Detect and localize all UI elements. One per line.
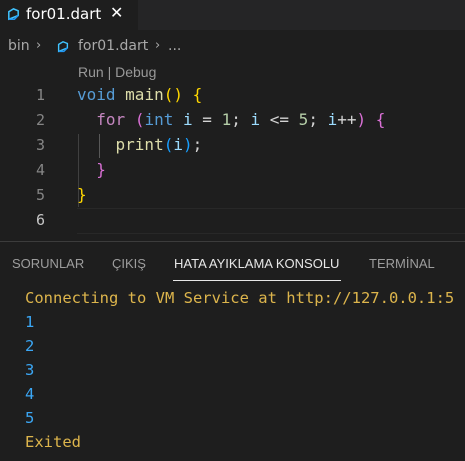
console-line: Exited (25, 433, 81, 451)
console-line: 4 (25, 385, 35, 403)
dart-file-icon (57, 40, 69, 53)
line-number: 4 (35, 161, 45, 179)
line-number: 5 (35, 186, 45, 204)
code-text: void main() { (77, 85, 203, 104)
breadcrumb: bin › for01.dart › ... (0, 36, 465, 58)
breadcrumb-more[interactable]: ... (168, 38, 181, 54)
breadcrumb-file[interactable]: for01.dart (78, 38, 148, 54)
code-line: 4 } (0, 158, 465, 183)
tab-output[interactable]: ÇIKIŞ (112, 256, 146, 271)
code-text: print(i); (115, 135, 203, 154)
dart-file-icon (8, 8, 19, 21)
code-line: 3 print(i); (0, 133, 465, 158)
line-number: 6 (35, 211, 45, 229)
code-line: 1 void main() { (0, 83, 465, 108)
line-number: 2 (35, 111, 45, 129)
tab-debug-console[interactable]: HATA AYIKLAMA KONSOLU (174, 256, 339, 271)
code-editor[interactable]: Run | Debug 1 void main() { 2 for (int i… (0, 62, 465, 234)
console-line: Connecting to VM Service at http://127.0… (25, 289, 455, 307)
console-line: 2 (25, 337, 35, 355)
tab-problems[interactable]: SORUNLAR (12, 256, 84, 271)
tab-label: for01.dart (26, 5, 102, 23)
console-line: 3 (25, 361, 35, 379)
breadcrumb-folder[interactable]: bin (8, 38, 30, 54)
tab-terminal[interactable]: TERMİNAL (369, 256, 435, 271)
code-line: 2 for (int i = 1; i <= 5; i++) { (0, 108, 465, 133)
code-text: for (int i = 1; i <= 5; i++) { (96, 110, 386, 129)
chevron-right-icon: › (36, 38, 42, 53)
line-number: 3 (35, 136, 45, 154)
line-number: 1 (35, 86, 45, 104)
chevron-right-icon: › (155, 38, 161, 53)
editor-tab-bar: for01.dart ✕ (0, 0, 465, 30)
console-line: 1 (25, 313, 35, 331)
active-tab-underline (173, 280, 341, 281)
close-icon[interactable]: ✕ (110, 3, 123, 22)
editor-tab-for01-dart[interactable]: for01.dart ✕ (0, 0, 138, 30)
bottom-panel: SORUNLAR ÇIKIŞ HATA AYIKLAMA KONSOLU TER… (0, 242, 465, 461)
code-line: 5 } (0, 183, 465, 208)
console-line: 5 (25, 409, 35, 427)
codelens-run-debug[interactable]: Run | Debug (78, 64, 156, 80)
code-text: } (77, 185, 87, 204)
code-text: } (96, 160, 106, 179)
code-line: 6 (0, 208, 465, 233)
debug-console-output[interactable]: Connecting to VM Service at http://127.0… (25, 286, 454, 454)
